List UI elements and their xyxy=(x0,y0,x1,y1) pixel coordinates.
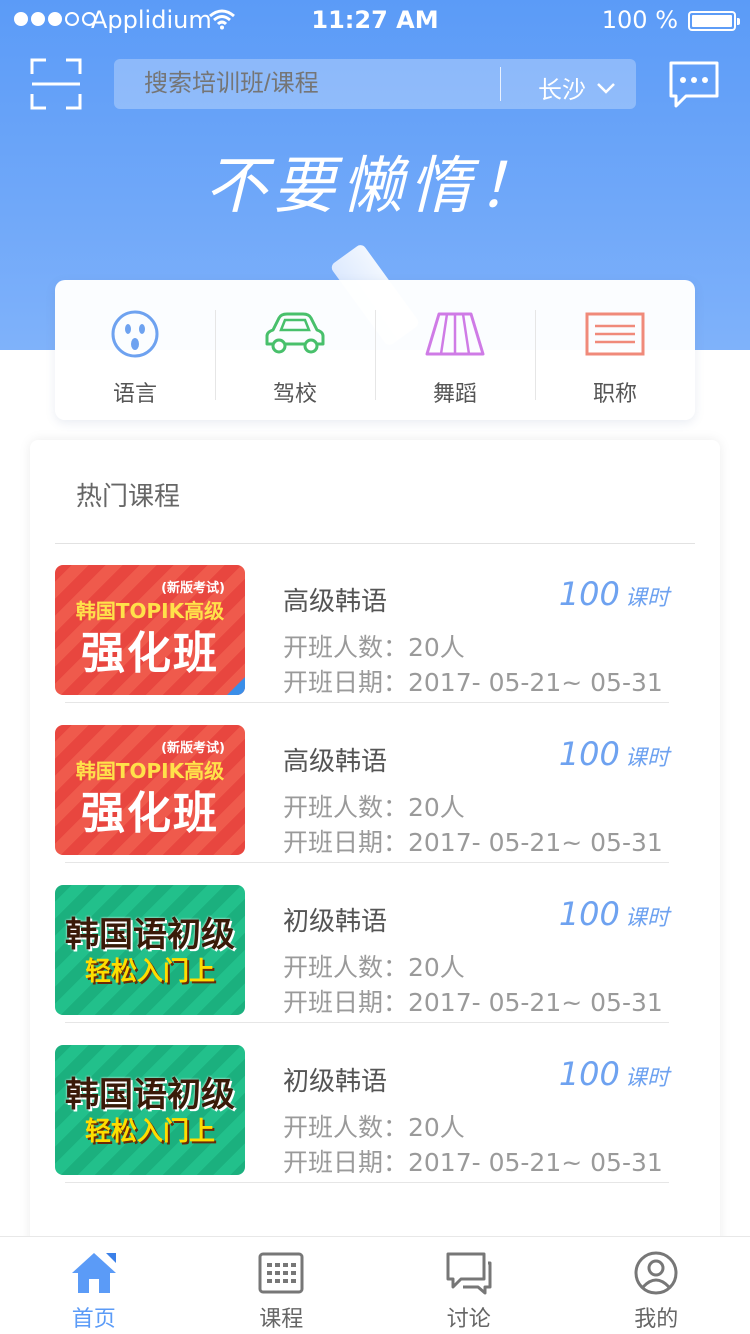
course-item[interactable]: 韩国语初级 轻松入门上 初级韩语 100 课时 开班人数：20人 开班日期：20… xyxy=(55,1023,695,1183)
thumbnail-corner xyxy=(227,677,245,695)
tab-label: 讨论 xyxy=(446,1307,491,1332)
course-date: 开班日期：2017- 05-21~ 05-31 xyxy=(283,1148,663,1177)
city-selector[interactable]: 长沙 xyxy=(538,70,616,105)
chevron-down-icon xyxy=(597,82,615,94)
course-hours: 100 课时 xyxy=(559,575,669,613)
profile-icon xyxy=(634,1251,678,1295)
slogan-banner: 不要懒惰！ xyxy=(204,149,545,222)
bottom-tab-bar: 首页 课程 讨论 我的 xyxy=(0,1236,750,1334)
chat-bubbles-icon xyxy=(446,1252,492,1295)
city-label: 长沙 xyxy=(538,76,586,104)
course-name: 高级韩语 xyxy=(283,587,388,617)
thumbnail-line1: 韩国语初级 xyxy=(65,1075,235,1115)
category-language[interactable]: 语言 xyxy=(55,280,215,420)
hours-unit: 课时 xyxy=(624,586,669,611)
category-title[interactable]: 职称 xyxy=(535,280,695,420)
course-enrollment: 开班人数：20人 xyxy=(283,1113,465,1142)
course-hours: 100 课时 xyxy=(559,1055,669,1093)
course-hours: 100 课时 xyxy=(559,735,669,773)
tab-home[interactable]: 首页 xyxy=(0,1237,188,1334)
search-input[interactable] xyxy=(144,70,494,98)
course-date: 开班日期：2017- 05-21~ 05-31 xyxy=(283,988,663,1017)
tab-courses[interactable]: 课程 xyxy=(188,1237,376,1334)
course-name: 高级韩语 xyxy=(283,747,388,777)
course-name: 初级韩语 xyxy=(283,1067,388,1097)
course-date: 开班日期：2017- 05-21~ 05-31 xyxy=(283,828,663,857)
course-thumbnail: 韩国语初级 轻松入门上 xyxy=(55,1045,245,1175)
thumbnail-line2: 轻松入门上 xyxy=(84,957,215,987)
course-name: 初级韩语 xyxy=(283,907,388,937)
section-title: 热门课程 xyxy=(76,482,181,512)
category-driving[interactable]: 驾校 xyxy=(215,280,375,420)
tab-label: 课程 xyxy=(259,1307,304,1332)
thumbnail-tag: (新版考试) xyxy=(161,741,225,756)
hours-unit: 课时 xyxy=(624,746,669,771)
category-card: 语言 驾校 舞蹈 职称 xyxy=(55,280,695,420)
thumbnail-line2: 强化班 xyxy=(81,788,219,839)
category-label: 语言 xyxy=(112,382,157,407)
category-label: 驾校 xyxy=(272,382,317,407)
dance-skirt-icon xyxy=(425,312,485,356)
course-date: 开班日期：2017- 05-21~ 05-31 xyxy=(283,668,663,697)
thumbnail-line1: 韩国语初级 xyxy=(65,915,235,955)
course-hours: 100 课时 xyxy=(559,895,669,933)
scan-icon[interactable] xyxy=(30,58,82,110)
hours-number: 100 xyxy=(558,575,620,613)
course-thumbnail: (新版考试) 韩国TOPIK高级 强化班 xyxy=(55,565,245,695)
car-icon xyxy=(265,312,325,354)
course-thumbnail: (新版考试) 韩国TOPIK高级 强化班 xyxy=(55,725,245,855)
message-icon[interactable] xyxy=(668,60,720,110)
hours-number: 100 xyxy=(558,895,620,933)
hours-unit: 课时 xyxy=(624,906,669,931)
course-enrollment: 开班人数：20人 xyxy=(283,793,465,822)
language-icon xyxy=(111,310,159,358)
tab-discussion[interactable]: 讨论 xyxy=(375,1237,563,1334)
thumbnail-tag: (新版考试) xyxy=(161,581,225,596)
category-label: 舞蹈 xyxy=(432,382,477,407)
hot-courses-card: 热门课程 (新版考试) 韩国TOPIK高级 强化班 高级韩语 100 课时 开班… xyxy=(30,440,720,1260)
search-divider xyxy=(500,67,501,101)
course-item[interactable]: (新版考试) 韩国TOPIK高级 强化班 高级韩语 100 课时 开班人数：20… xyxy=(55,543,695,703)
hours-number: 100 xyxy=(558,1055,620,1093)
status-bar: Applidium 11:27 AM 100 % xyxy=(0,0,750,40)
thumbnail-line2: 轻松入门上 xyxy=(84,1117,215,1147)
home-icon xyxy=(71,1253,116,1293)
course-enrollment: 开班人数：20人 xyxy=(283,953,465,982)
category-label: 职称 xyxy=(592,382,637,407)
tab-label: 首页 xyxy=(71,1307,116,1332)
course-enrollment: 开班人数：20人 xyxy=(283,633,465,662)
battery-percent: 100 % xyxy=(601,6,678,34)
search-bar: 长沙 xyxy=(114,59,636,109)
certificate-icon xyxy=(585,312,645,356)
course-list-icon xyxy=(258,1252,304,1294)
course-thumbnail: 韩国语初级 轻松入门上 xyxy=(55,885,245,1015)
battery-icon xyxy=(688,11,740,31)
tab-profile[interactable]: 我的 xyxy=(563,1237,750,1334)
thumbnail-line2: 强化班 xyxy=(81,628,219,679)
category-dance[interactable]: 舞蹈 xyxy=(375,280,535,420)
course-item[interactable]: (新版考试) 韩国TOPIK高级 强化班 高级韩语 100 课时 开班人数：20… xyxy=(55,703,695,863)
hours-unit: 课时 xyxy=(624,1066,669,1091)
tab-label: 我的 xyxy=(634,1307,679,1332)
course-item[interactable]: 韩国语初级 轻松入门上 初级韩语 100 课时 开班人数：20人 开班日期：20… xyxy=(55,863,695,1023)
hours-number: 100 xyxy=(558,735,620,773)
row-divider xyxy=(65,1182,669,1183)
